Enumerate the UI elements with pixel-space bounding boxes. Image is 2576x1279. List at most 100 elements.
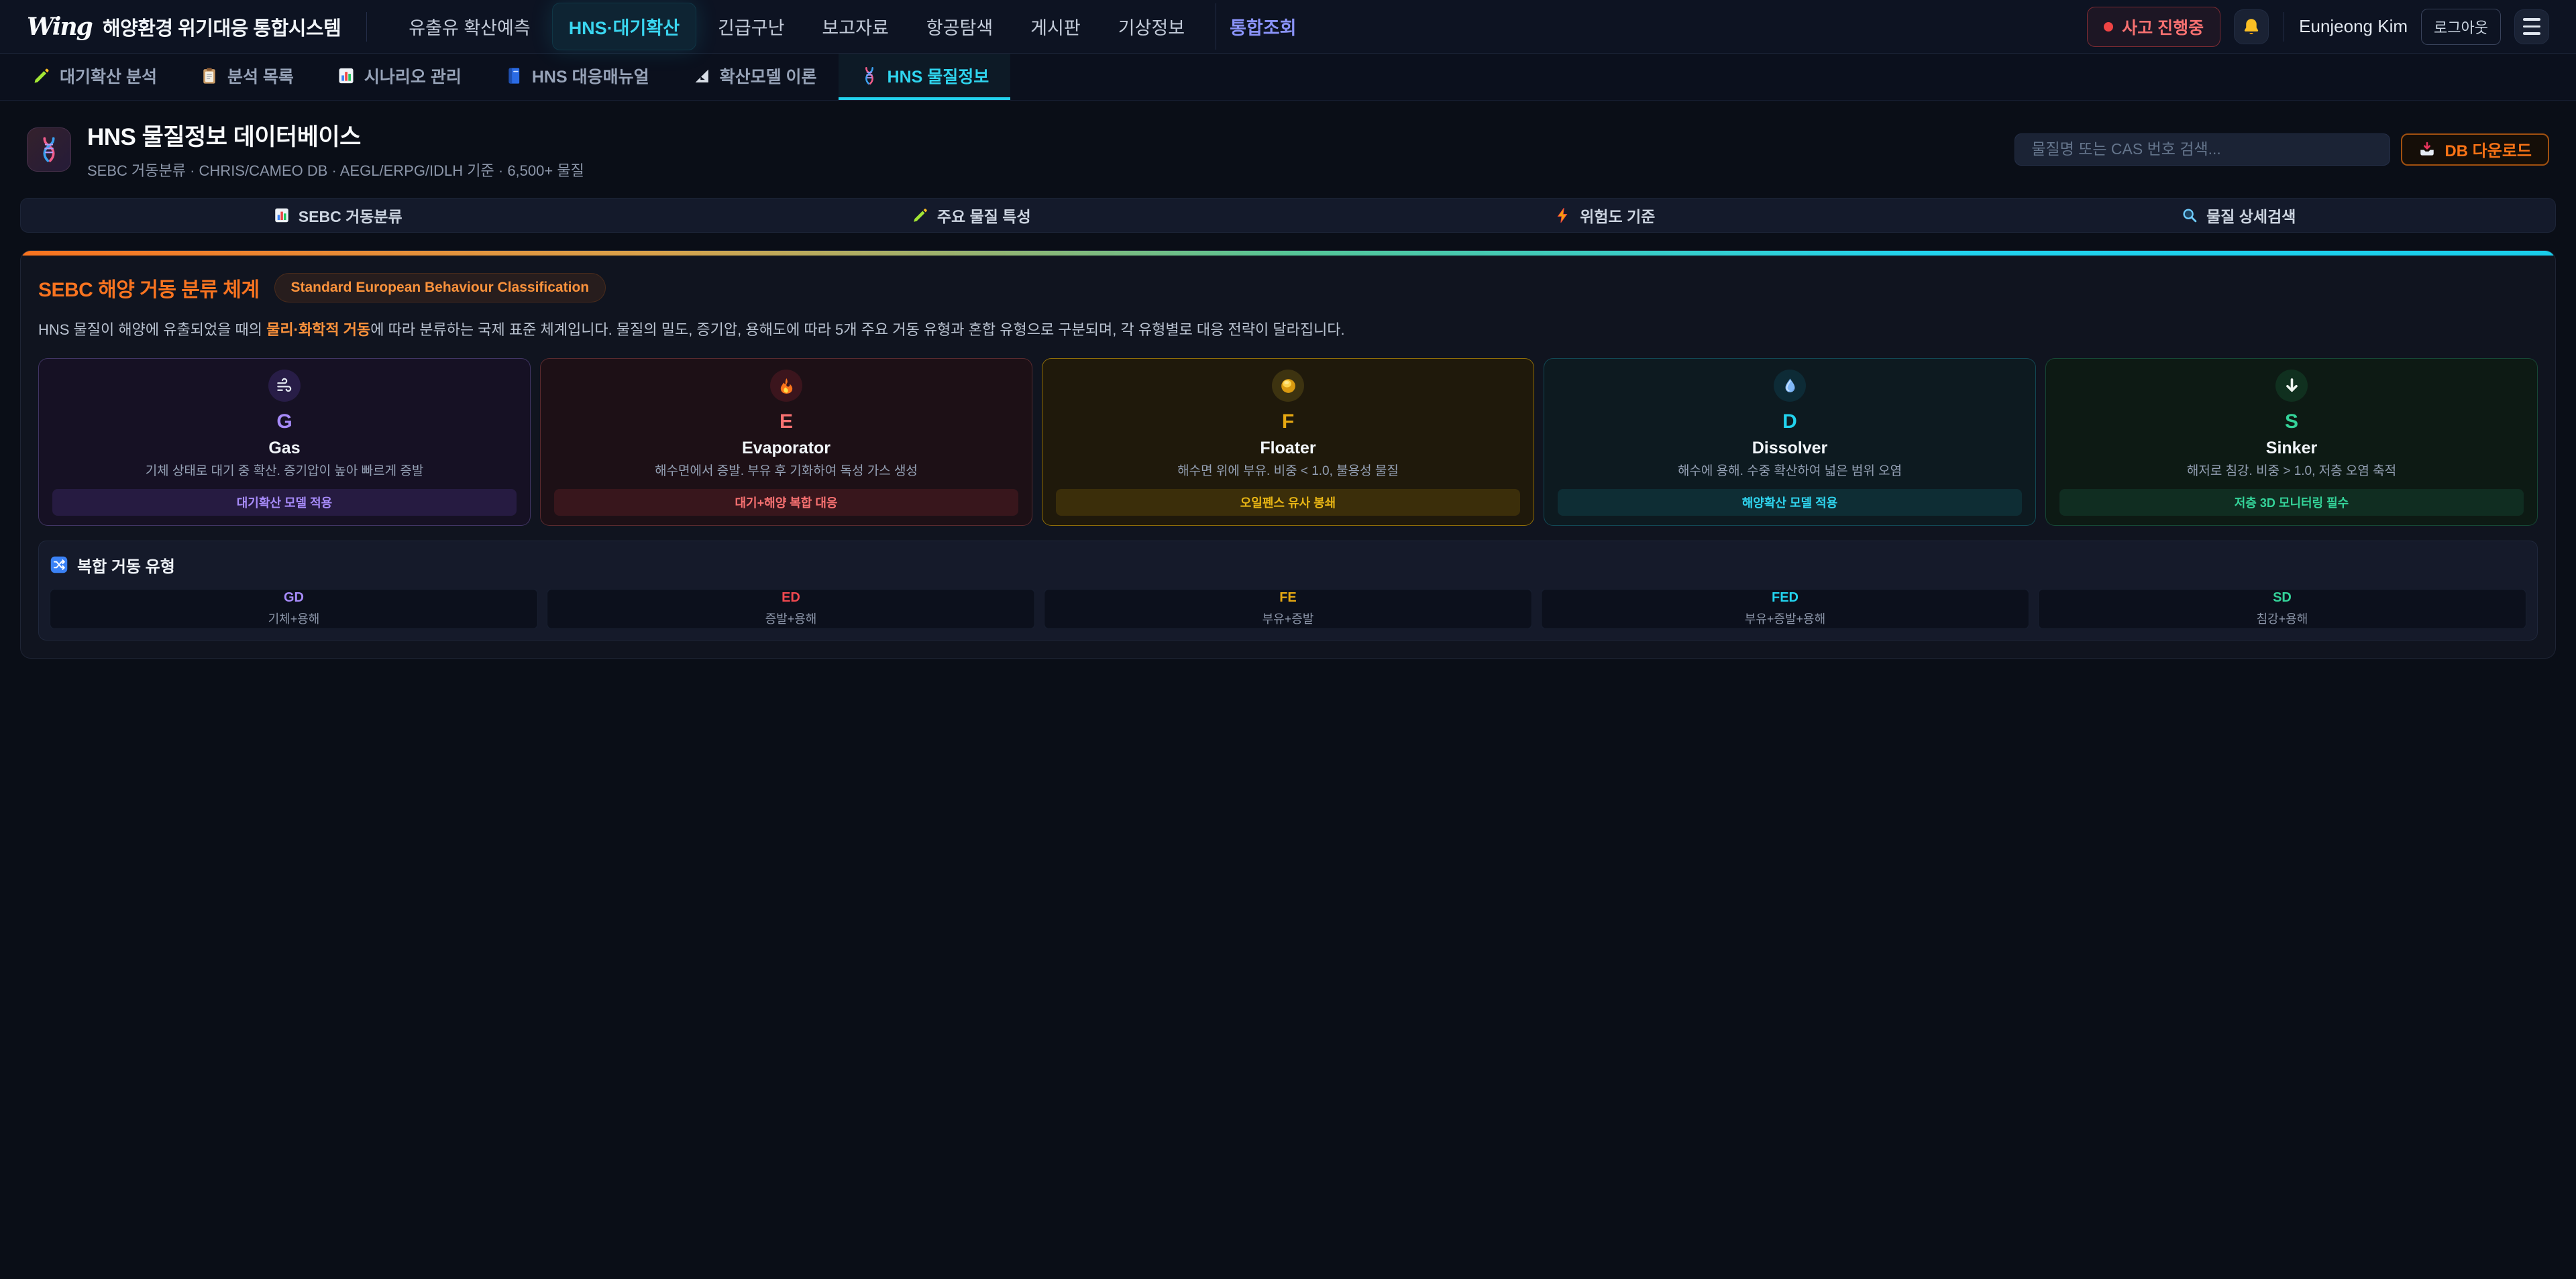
divider: [366, 12, 367, 42]
sebc-panel: SEBC 해양 거동 분류 체계 Standard European Behav…: [20, 250, 2556, 659]
page-header: HNS 물질정보 데이터베이스 SEBC 거동분류 · CHRIS/CAMEO …: [0, 101, 2576, 195]
substance-search-input[interactable]: [2015, 133, 2390, 166]
dna-icon: [36, 136, 62, 163]
book-icon: [504, 66, 523, 85]
behavior-code: S: [2285, 410, 2298, 433]
search-icon: [2181, 207, 2198, 224]
behavior-name: Gas: [268, 439, 300, 458]
main-nav: 유출유 확산예측 HNS·대기확산 긴급구난 보고자료 항공탐색 게시판 기상정…: [392, 3, 1312, 50]
tab-diffusion-model-theory[interactable]: 확산모델 이론: [671, 54, 839, 100]
behavior-card-gas[interactable]: G Gas 기체 상태로 대기 중 확산. 증기압이 높아 빠르게 증발 대기확…: [38, 358, 531, 526]
complex-behavior-title: 복합 거동 유형: [77, 553, 175, 577]
behavior-tag: 오일펜스 유사 봉쇄: [1056, 489, 1520, 516]
incident-status-badge[interactable]: 사고 진행중: [2087, 7, 2220, 47]
nav-item-oil-spill[interactable]: 유출유 확산예측: [392, 3, 546, 50]
behavior-name: Evaporator: [742, 439, 830, 458]
section-tab-risk-criteria[interactable]: 위험도 기준: [1288, 199, 1922, 232]
brand[interactable]: Wing 해양환경 위기대응 통합시스템: [27, 13, 341, 41]
behavior-code: D: [1782, 410, 1797, 433]
db-download-button[interactable]: DB 다운로드: [2401, 133, 2549, 166]
section-tab-bar: SEBC 거동분류 주요 물질 특성 위험도 기준 물질 상세검색: [20, 198, 2556, 233]
pencil-icon: [912, 207, 929, 224]
behavior-desc: 해수에 용해. 수중 확산하여 넓은 범위 오염: [1678, 463, 1902, 480]
download-tray-icon: [2418, 141, 2436, 158]
behavior-desc: 해저로 침강. 비중 > 1.0, 저층 오염 축적: [2187, 463, 2396, 480]
tab-analysis-list[interactable]: 분석 목록: [178, 54, 315, 100]
behavior-desc: 해수면에서 증발. 부유 후 기화하여 독성 가스 생성: [655, 463, 918, 480]
behavior-card-floater[interactable]: F Floater 해수면 위에 부유. 비중 < 1.0, 불용성 물질 오일…: [1042, 358, 1534, 526]
behavior-tag: 해양확산 모델 적용: [1558, 489, 2022, 516]
shuffle-icon: [50, 555, 68, 574]
tab-hns-substance-info[interactable]: HNS 물질정보: [839, 54, 1011, 100]
nav-item-hns-atmos[interactable]: HNS·대기확산: [552, 3, 696, 50]
app-title: 해양환경 위기대응 통합시스템: [103, 13, 341, 41]
complex-card-fe[interactable]: FE 부유+증발: [1044, 589, 1532, 629]
page-icon-box: [27, 127, 71, 172]
nav-item-board[interactable]: 게시판: [1014, 3, 1097, 50]
pencil-icon: [32, 66, 51, 85]
sebc-title: SEBC 해양 거동 분류 체계: [38, 273, 260, 302]
clipboard-icon: [200, 66, 219, 85]
complex-card-fed[interactable]: FED 부유+증발+용해: [1541, 589, 2029, 629]
behavior-desc: 해수면 위에 부유. 비중 < 1.0, 불용성 물질: [1177, 463, 1399, 480]
behavior-card-dissolver[interactable]: D Dissolver 해수에 용해. 수중 확산하여 넓은 범위 오염 해양확…: [1544, 358, 2036, 526]
nav-item-integrated-search[interactable]: 통합조회: [1216, 3, 1312, 50]
water-drop-icon: [1774, 370, 1806, 402]
description-highlight: 물리·화학적 거동: [266, 321, 370, 338]
nav-item-reports[interactable]: 보고자료: [806, 3, 904, 50]
nav-item-aerial-search[interactable]: 항공탐색: [910, 3, 1009, 50]
complex-label: 침강+용해: [2257, 610, 2308, 627]
behavior-card-evaporator[interactable]: E Evaporator 해수면에서 증발. 부유 후 기화하여 독성 가스 생…: [540, 358, 1032, 526]
dna-icon: [860, 66, 879, 85]
yellow-circle-icon: [1272, 370, 1304, 402]
behavior-code: E: [780, 410, 793, 433]
section-tab-detail-search[interactable]: 물질 상세검색: [1922, 199, 2556, 232]
hamburger-icon: [2523, 18, 2540, 35]
section-tab-properties[interactable]: 주요 물질 특성: [655, 199, 1289, 232]
page-subtitle: SEBC 거동분류 · CHRIS/CAMEO DB · AEGL/ERPG/I…: [87, 159, 584, 180]
nav-item-rescue[interactable]: 긴급구난: [702, 3, 800, 50]
complex-card-gd[interactable]: GD 기체+용해: [50, 589, 538, 629]
sebc-classification-badge: Standard European Behaviour Classificati…: [274, 273, 606, 302]
complex-label: 기체+용해: [268, 610, 320, 627]
complex-behavior-panel: 복합 거동 유형 GD 기체+용해 ED 증발+용해 FE 부유+증발 FED …: [38, 541, 2538, 641]
behavior-desc: 기체 상태로 대기 중 확산. 증기압이 높아 빠르게 증발: [146, 463, 424, 480]
behavior-name: Sinker: [2266, 439, 2317, 458]
behavior-tag: 대기확산 모델 적용: [52, 489, 517, 516]
complex-code: SD: [2273, 590, 2292, 606]
logout-button[interactable]: 로그아웃: [2421, 9, 2501, 45]
behavior-card-sinker[interactable]: S Sinker 해저로 침강. 비중 > 1.0, 저층 오염 축적 저층 3…: [2045, 358, 2538, 526]
behavior-name: Dissolver: [1752, 439, 1828, 458]
behavior-tag: 저층 3D 모니터링 필수: [2059, 489, 2524, 516]
behavior-tag: 대기+해양 복합 대응: [554, 489, 1018, 516]
gradient-strip: [21, 251, 2555, 256]
behavior-cards: G Gas 기체 상태로 대기 중 확산. 증기압이 높아 빠르게 증발 대기확…: [38, 358, 2538, 526]
complex-behavior-list: GD 기체+용해 ED 증발+용해 FE 부유+증발 FED 부유+증발+용해 …: [50, 589, 2526, 629]
complex-code: GD: [284, 590, 304, 606]
top-bar: Wing 해양환경 위기대응 통합시스템 유출유 확산예측 HNS·대기확산 긴…: [0, 0, 2576, 54]
behavior-name: Floater: [1260, 439, 1316, 458]
complex-card-sd[interactable]: SD 침강+용해: [2038, 589, 2526, 629]
fire-icon: [770, 370, 802, 402]
nav-item-weather[interactable]: 기상정보: [1102, 3, 1201, 50]
menu-button[interactable]: [2514, 9, 2549, 44]
complex-card-ed[interactable]: ED 증발+용해: [547, 589, 1035, 629]
section-tab-sebc[interactable]: SEBC 거동분류: [21, 199, 655, 232]
tab-hns-manual[interactable]: HNS 대응매뉴얼: [483, 54, 671, 100]
complex-code: FE: [1279, 590, 1297, 606]
complex-code: FED: [1772, 590, 1799, 606]
behavior-code: F: [1282, 410, 1294, 433]
header-actions: DB 다운로드: [2015, 133, 2549, 166]
red-dot-icon: [2104, 22, 2113, 32]
page-title-block: HNS 물질정보 데이터베이스 SEBC 거동분류 · CHRIS/CAMEO …: [87, 118, 584, 180]
tab-scenario-management[interactable]: 시나리오 관리: [315, 54, 483, 100]
complex-label: 증발+용해: [765, 610, 817, 627]
ruler-icon: [692, 66, 711, 85]
tab-atmos-analysis[interactable]: 대기확산 분석: [11, 54, 178, 100]
notifications-button[interactable]: [2234, 9, 2269, 44]
bell-icon: [2241, 17, 2261, 37]
gas-wind-icon: [268, 370, 301, 402]
complex-behavior-header: 복합 거동 유형: [50, 553, 2526, 577]
lightning-icon: [1554, 207, 1572, 224]
bar-chart-icon: [337, 66, 356, 85]
